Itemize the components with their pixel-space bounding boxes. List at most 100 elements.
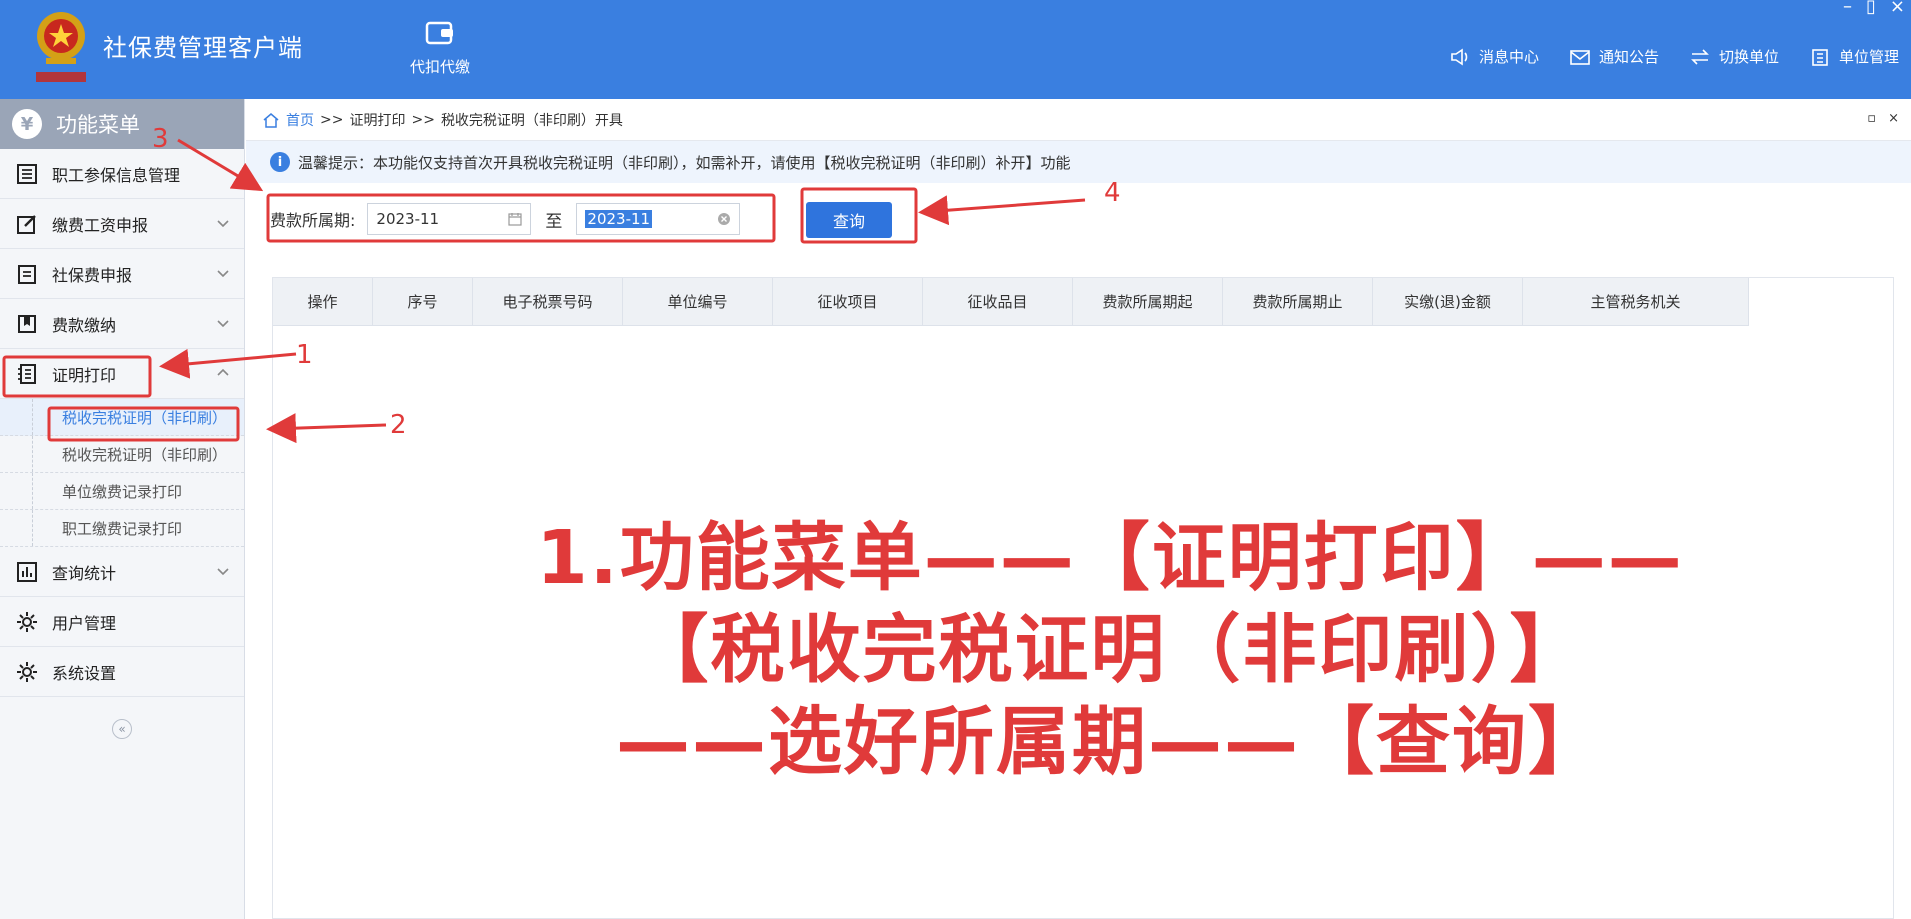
period-from-input[interactable]: 2023-11 [367, 203, 532, 235]
bar-chart-icon [17, 561, 37, 582]
sub-item-label: 税收完税证明（非印刷） [62, 408, 228, 427]
building-icon [1812, 48, 1828, 66]
top-actions: 消息中心 通知公告 切换单位 单位管理 [1449, 46, 1899, 67]
calendar-icon[interactable] [508, 212, 523, 226]
query-form: 费款所属期: 2023-11 至 2023-11 [270, 199, 741, 239]
edit-icon [17, 214, 36, 234]
tip-text: 温馨提示：本功能仅支持首次开具税收完税证明（非印刷），如需补开，请使用【税收完税… [298, 153, 1071, 172]
sub-item-tax-certificate[interactable]: 税收完税证明（非印刷） [0, 399, 244, 436]
sidebar-item-label: 职工参保信息管理 [52, 165, 181, 185]
restore-icon[interactable]: ▯ [1866, 0, 1876, 17]
tip-bar: i 温馨提示：本功能仅支持首次开具税收完税证明（非印刷），如需补开，请使用【税收… [246, 141, 1911, 183]
column-header: 单位编号 [623, 278, 773, 325]
notice-button[interactable]: 通知公告 [1569, 46, 1659, 67]
breadcrumb-home[interactable]: 首页 [286, 110, 314, 130]
sub-item-label: 税收完税证明（非印刷） [62, 445, 228, 464]
table-header: 操作 序号 电子税票号码 单位编号 征收项目 征收品目 费款所属期起 费款所属期… [273, 278, 1749, 326]
breadcrumb-separator: >> [411, 111, 435, 128]
message-center-button[interactable]: 消息中心 [1449, 46, 1539, 67]
chevron-up-icon [217, 368, 229, 376]
sidebar-item-query-statistics[interactable]: 查询统计 [0, 547, 244, 597]
clipboard-icon [18, 264, 36, 284]
switch-unit-label: 切换单位 [1718, 48, 1779, 66]
sidebar-item-wage-declaration[interactable]: 缴费工资申报 [0, 199, 244, 249]
instruction-text: 1.功能菜单——【证明打印】—— 【税收完税证明（非印刷）】 ——选好所属期——… [410, 512, 1810, 788]
sub-item-unit-payment-record[interactable]: 单位缴费记录打印 [0, 473, 244, 510]
column-header: 主管税务机关 [1523, 278, 1749, 325]
gear-icon [17, 611, 37, 632]
instruction-line-3: ——选好所属期——【查询】 [616, 699, 1604, 785]
sidebar-item-label: 费款缴纳 [52, 315, 117, 335]
sub-item-label: 单位缴费记录打印 [62, 482, 183, 501]
sidebar-item-label: 查询统计 [52, 563, 117, 583]
sidebar-item-fee-payment[interactable]: 费款缴纳 [0, 299, 244, 349]
period-to-value: 2023-11 [585, 210, 653, 228]
marker-4: 4 [1104, 178, 1121, 208]
sidebar-title: 功能菜单 [56, 113, 140, 137]
close-icon[interactable]: × [1888, 111, 1899, 126]
message-center-label: 消息中心 [1478, 48, 1539, 66]
notice-label: 通知公告 [1598, 48, 1659, 66]
marker-2: 2 [390, 410, 407, 440]
query-button[interactable]: 查询 [806, 202, 892, 238]
list-icon [17, 163, 37, 184]
sidebar-item-certificate-print[interactable]: 证明打印 [0, 349, 244, 399]
period-label: 费款所属期: [270, 211, 356, 230]
sub-item-tax-certificate-reissue[interactable]: 税收完税证明（非印刷） [0, 436, 244, 473]
panel-controls: ▫ × [1867, 111, 1899, 126]
breadcrumb: 首页 >> 证明打印 >> 税收完税证明（非印刷）开具 [246, 99, 1911, 141]
sidebar-item-employee-info[interactable]: 职工参保信息管理 [0, 149, 244, 199]
sidebar-item-label: 缴费工资申报 [52, 215, 149, 235]
sidebar-item-social-fee-declaration[interactable]: 社保费申报 [0, 249, 244, 299]
period-from-value: 2023-11 [376, 210, 440, 228]
maximize-icon[interactable]: ▫ [1867, 111, 1876, 126]
sidebar: ¥ 功能菜单 职工参保信息管理 缴费工资申报 社保费申报 费款缴纳 证明打印 税… [0, 99, 245, 919]
unit-management-label: 单位管理 [1838, 48, 1899, 66]
wallet-icon [425, 21, 453, 45]
unit-management-button[interactable]: 单位管理 [1809, 46, 1899, 67]
chevron-down-icon [217, 568, 229, 576]
clear-icon[interactable] [717, 212, 731, 226]
module-daikoudaijiao[interactable]: 代扣代缴 [400, 18, 480, 77]
column-header: 征收项目 [773, 278, 923, 325]
column-header: 实缴(退)金额 [1373, 278, 1523, 325]
sidebar-item-label: 社保费申报 [52, 265, 133, 285]
marker-1: 1 [296, 340, 313, 370]
sidebar-item-system-settings[interactable]: 系统设置 [0, 647, 244, 697]
gear-icon [17, 661, 37, 682]
column-header: 费款所属期止 [1223, 278, 1373, 325]
instruction-line-2: 【税收完税证明（非印刷）】 [634, 607, 1586, 693]
chevron-down-icon [217, 220, 229, 228]
yen-icon: ¥ [12, 109, 42, 139]
sub-item-employee-payment-record[interactable]: 职工缴费记录打印 [0, 510, 244, 547]
to-label: 至 [545, 211, 563, 232]
mail-icon [1570, 49, 1590, 65]
breadcrumb-separator: >> [320, 111, 344, 128]
book-icon [18, 314, 36, 333]
breadcrumb-level1: 证明打印 [349, 112, 406, 129]
marker-3: 3 [152, 124, 169, 154]
minimize-icon[interactable]: – [1843, 0, 1852, 17]
sidebar-item-label: 用户管理 [52, 613, 117, 633]
column-header: 征收品目 [923, 278, 1073, 325]
column-header: 序号 [373, 278, 473, 325]
info-icon: i [270, 152, 290, 172]
column-header: 操作 [273, 278, 373, 325]
sidebar-header: ¥ 功能菜单 [0, 99, 244, 149]
switch-unit-button[interactable]: 切换单位 [1689, 46, 1779, 67]
home-icon[interactable] [262, 112, 280, 128]
main-panel: 首页 >> 证明打印 >> 税收完税证明（非印刷）开具 ▫ × i 温馨提示：本… [246, 99, 1911, 919]
top-bar: 社保费管理客户端 代扣代缴 – ▯ × 消息中心 通知公告 切换单位 单位管理 [0, 0, 1911, 99]
column-header: 电子税票号码 [473, 278, 623, 325]
collapse-sidebar-button[interactable]: « [112, 719, 132, 739]
module-label: 代扣代缴 [409, 58, 470, 76]
speaker-icon [1451, 48, 1468, 65]
instruction-line-1: 1.功能菜单——【证明打印】—— [536, 515, 1684, 601]
chevron-down-icon [217, 270, 229, 278]
window-controls: – ▯ × [1843, 0, 1905, 17]
tax-emblem-logo [36, 12, 86, 82]
column-header: 费款所属期起 [1073, 278, 1223, 325]
period-to-input[interactable]: 2023-11 [576, 203, 741, 235]
close-icon[interactable]: × [1890, 0, 1905, 17]
sidebar-item-user-management[interactable]: 用户管理 [0, 597, 244, 647]
